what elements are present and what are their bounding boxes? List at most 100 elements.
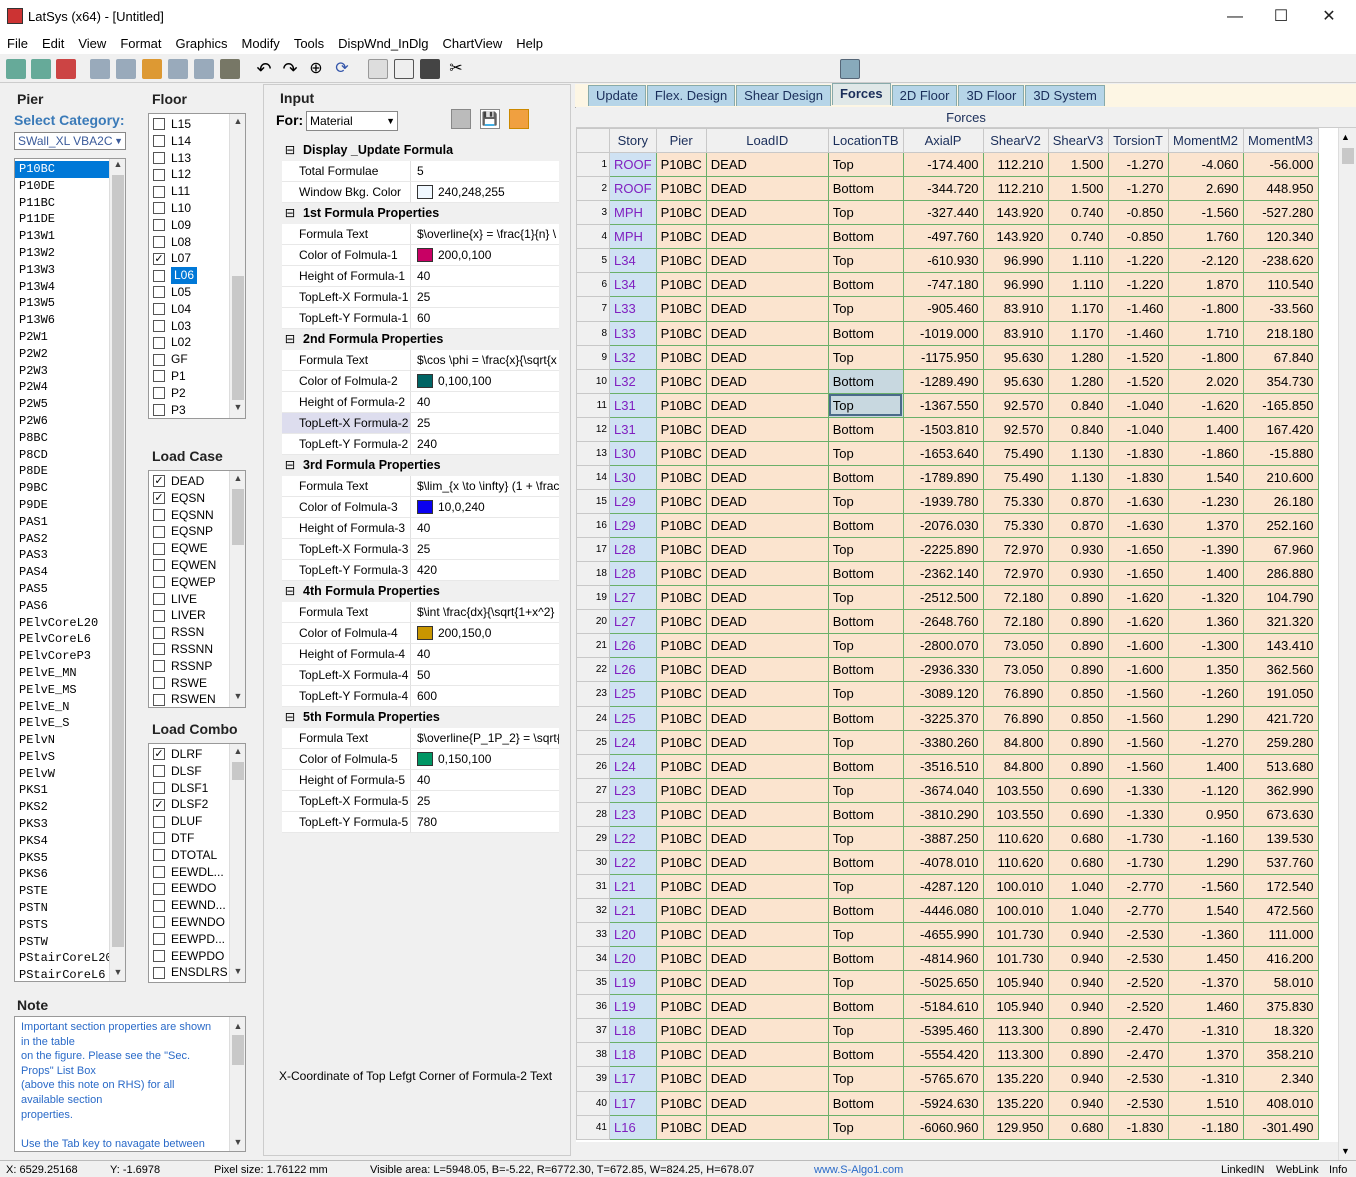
table-cell[interactable]: -5395.460 (902, 1018, 984, 1044)
checkbox[interactable] (153, 966, 165, 979)
table-cell[interactable]: P10BC (655, 729, 707, 755)
table-cell[interactable]: -1367.550 (902, 392, 984, 418)
table-cell[interactable]: -5924.630 (902, 1090, 984, 1116)
table-cell[interactable]: 0.680 (1047, 849, 1109, 875)
table-cell[interactable]: -1.460 (1107, 296, 1169, 322)
table-cell[interactable]: 110.540 (1242, 272, 1319, 298)
table-cell[interactable]: DEAD (705, 368, 829, 394)
table-cell[interactable]: -3380.260 (902, 729, 984, 755)
table-cell[interactable]: 0.940 (1047, 970, 1109, 996)
table-cell[interactable]: -1.560 (1107, 729, 1169, 755)
table-cell[interactable]: 0.890 (1047, 753, 1109, 779)
table-row[interactable]: 4 MPH P10BC DEAD Bottom -497.760 143.920 0.740-… (576, 224, 1319, 250)
checkbox[interactable] (153, 235, 165, 248)
table-cell[interactable]: 67.840 (1242, 344, 1319, 370)
table-cell[interactable]: DEAD (705, 272, 829, 298)
grid-scrollbar[interactable]: ▲ ▼ (1338, 128, 1356, 1160)
table-cell[interactable]: P10BC (655, 753, 707, 779)
column-header[interactable]: ShearV3 (1047, 128, 1109, 154)
table-cell[interactable]: Bottom (827, 561, 904, 587)
table-cell[interactable]: DEAD (705, 152, 829, 178)
checkbox[interactable] (153, 542, 165, 555)
table-cell[interactable]: 1.400 (1167, 416, 1244, 442)
minimize-button[interactable]: — (1212, 4, 1258, 30)
table-row[interactable]: 20 L27 P10BC DEAD Bottom -2648.760 72.180 0.890… (576, 609, 1319, 635)
table-cell[interactable]: 1.280 (1047, 368, 1109, 394)
table-cell[interactable]: 408.010 (1242, 1090, 1319, 1116)
table-cell[interactable]: P10BC (655, 681, 707, 707)
property-row[interactable]: Formula Text $\cos \phi = \frac{x}{\sqrt{… (281, 350, 559, 371)
table-cell[interactable]: -1789.890 (902, 464, 984, 490)
checkbox[interactable] (153, 185, 165, 198)
table-cell[interactable]: P10BC (655, 1090, 707, 1116)
table-cell[interactable]: Top (827, 440, 904, 466)
table-cell[interactable]: L33 (609, 320, 657, 346)
checkbox[interactable] (153, 626, 165, 639)
property-value[interactable]: 40 (410, 770, 559, 791)
table-cell[interactable]: 286.880 (1242, 561, 1319, 587)
scroll-up-icon[interactable]: ▲ (230, 473, 245, 487)
table-cell[interactable]: P10BC (655, 537, 707, 563)
table-row[interactable]: 3 MPH P10BC DEAD Top -327.440 143.920 0.740 -0.8… (576, 200, 1319, 226)
table-cell[interactable]: DEAD (705, 1090, 829, 1116)
table-cell[interactable]: -1.180 (1167, 1114, 1244, 1140)
table-cell[interactable]: -1.220 (1107, 248, 1169, 274)
table-row[interactable]: 10 L32 P10BC DEAD Bottom -1289.490 95.630 1.280… (576, 368, 1319, 394)
menu-chartview[interactable]: ChartView (436, 34, 510, 51)
table-cell[interactable]: P10BC (655, 344, 707, 370)
table-cell[interactable]: 135.220 (982, 1066, 1049, 1092)
property-row[interactable]: Formula Text $\int \frac{dx}{\sqrt{1+x^2} (281, 602, 559, 623)
checkbox[interactable] (153, 865, 165, 878)
table-cell[interactable]: Top (827, 392, 904, 418)
table-cell[interactable]: DEAD (705, 994, 829, 1020)
table-cell[interactable]: -1.560 (1167, 873, 1244, 900)
table-cell[interactable]: 1.450 (1167, 946, 1244, 972)
property-value[interactable]: 240 (410, 434, 559, 455)
table-cell[interactable]: -1.260 (1167, 681, 1244, 707)
property-value[interactable]: 25 (410, 413, 559, 434)
table-cell[interactable]: L16 (609, 1114, 657, 1140)
table-cell[interactable]: P10BC (655, 296, 707, 322)
table-cell[interactable]: -1.800 (1167, 344, 1244, 370)
table-cell[interactable]: P10BC (655, 946, 707, 972)
table-row[interactable]: 40 L17 P10BC DEAD Bottom -5924.630 135.220 0.94… (576, 1090, 1319, 1116)
property-value[interactable]: 0,150,100 (410, 749, 559, 770)
table-cell[interactable]: Top (827, 729, 904, 755)
table-cell[interactable]: 113.300 (982, 1018, 1049, 1044)
table-cell[interactable]: 1.040 (1047, 873, 1109, 900)
table-cell[interactable]: P10BC (655, 392, 707, 418)
menu-file[interactable]: File (0, 34, 35, 51)
table-cell[interactable]: Bottom (827, 849, 904, 875)
table-cell[interactable]: L21 (609, 873, 657, 900)
table-cell[interactable]: 0.850 (1047, 705, 1109, 731)
table-cell[interactable]: MPH (609, 200, 657, 226)
table-cell[interactable]: 0.680 (1047, 825, 1109, 851)
checkbox[interactable] (153, 118, 165, 131)
property-section-header[interactable]: ⊟ 4th Formula Properties (281, 581, 559, 602)
table-row[interactable]: 17 L28 P10BC DEAD Top -2225.890 72.970 0.930 -1.… (576, 537, 1319, 563)
table-row[interactable]: 19 L27 P10BC DEAD Top -2512.500 72.180 0.890 -1.… (576, 585, 1319, 611)
table-cell[interactable]: 0.940 (1047, 1090, 1109, 1116)
table-cell[interactable]: L29 (609, 488, 657, 515)
table-cell[interactable]: -1.830 (1107, 440, 1169, 466)
table-cell[interactable]: 252.160 (1242, 512, 1319, 539)
table-cell[interactable]: -610.930 (902, 248, 984, 274)
table-cell[interactable]: DEAD (705, 248, 829, 274)
table-cell[interactable]: -1.320 (1167, 585, 1244, 611)
table-cell[interactable]: ROOF (609, 152, 657, 178)
table-cell[interactable]: 1.290 (1167, 849, 1244, 875)
table-cell[interactable]: 143.410 (1242, 633, 1319, 659)
checkbox[interactable] (153, 592, 165, 605)
table-cell[interactable]: L27 (609, 609, 657, 635)
rotate-icon[interactable]: ⟳ (332, 59, 352, 79)
scroll-down-icon[interactable]: ▼ (230, 966, 245, 980)
property-value[interactable]: 60 (410, 308, 559, 329)
table-cell[interactable]: P10BC (655, 777, 707, 803)
checkbox[interactable] (153, 576, 165, 589)
table-cell[interactable]: 362.560 (1242, 657, 1319, 683)
table-cell[interactable]: L28 (609, 561, 657, 587)
table-cell[interactable]: P10BC (655, 272, 707, 298)
table-cell[interactable]: -2800.070 (902, 633, 984, 659)
table-cell[interactable]: Bottom (827, 464, 904, 490)
table-cell[interactable]: 120.340 (1242, 224, 1319, 250)
